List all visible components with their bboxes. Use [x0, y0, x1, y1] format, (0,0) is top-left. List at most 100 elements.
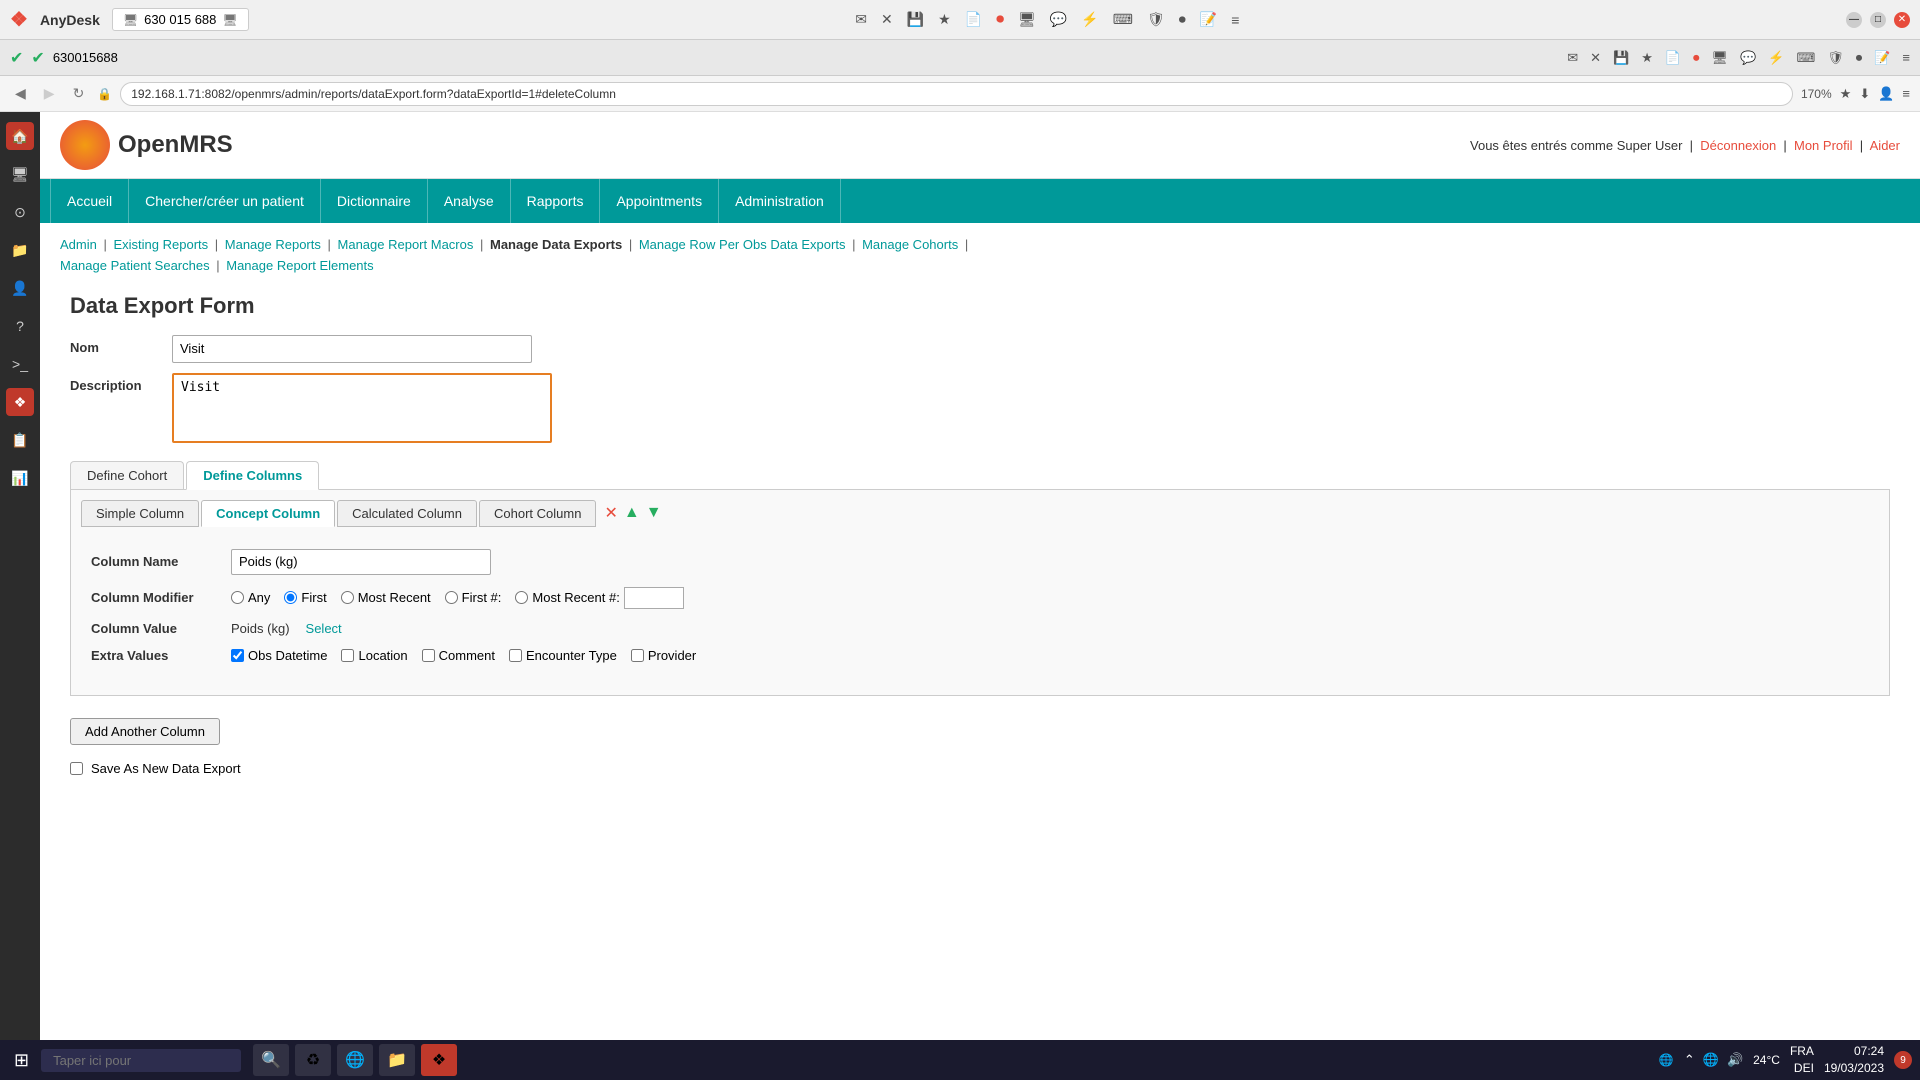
checkbox-comment[interactable]: Comment [422, 648, 495, 663]
nav-patient[interactable]: Chercher/créer un patient [129, 179, 321, 223]
taskbar-app-globe[interactable]: 🌐 [337, 1044, 373, 1076]
logged-in-text: Vous êtes entrés comme Super User [1470, 138, 1682, 153]
url-bar[interactable] [120, 82, 1793, 106]
checkbox-provider[interactable]: Provider [631, 648, 696, 663]
checkbox-comment-input[interactable] [422, 649, 435, 662]
tab-list: Define Cohort Define Columns [70, 461, 1890, 490]
nom-row: Nom [70, 335, 1890, 363]
sidebar-icon-circle[interactable]: ⊙ [6, 198, 34, 226]
win-search-input[interactable] [41, 1049, 241, 1072]
most-recent-num-input[interactable] [624, 587, 684, 609]
save-row: Save As New Data Export [70, 761, 1890, 776]
nav-rapports[interactable]: Rapports [511, 179, 601, 223]
nav-analyse[interactable]: Analyse [428, 179, 511, 223]
notification-badge[interactable]: 9 [1894, 1051, 1912, 1069]
checkbox-location-input[interactable] [341, 649, 354, 662]
sidebar-icon-home[interactable]: 🏠 [6, 122, 34, 150]
breadcrumb-area: Admin | Existing Reports | Manage Report… [40, 223, 1920, 283]
mon-profil-link[interactable]: Mon Profil [1794, 138, 1853, 153]
windows-taskbar: ⊞ 🔍 ♻ 🌐 📁 ❖ 🌐 ⌃ 🌐 🔊 24°C FRA DEI 07:24 1… [0, 1040, 1920, 1080]
move-down-icon[interactable]: ▼ [646, 504, 662, 522]
sidebar-icon-red[interactable]: ❖ [6, 388, 34, 416]
taskbar-app-folder[interactable]: 📁 [379, 1044, 415, 1076]
checkbox-location[interactable]: Location [341, 648, 407, 663]
description-textarea[interactable]: Visit [172, 373, 552, 443]
breadcrumb-sep8: | [216, 258, 223, 273]
sidebar-icon-question[interactable]: ? [6, 312, 34, 340]
aider-link[interactable]: Aider [1870, 138, 1900, 153]
taskbar-apps: 🔍 ♻ 🌐 📁 ❖ [253, 1044, 457, 1076]
breadcrumb-sep2: | [215, 237, 222, 252]
delete-column-icon[interactable]: ✕ [604, 503, 617, 523]
taskbar-app-anydesk[interactable]: ❖ [421, 1044, 457, 1076]
save-as-new-checkbox[interactable] [70, 762, 83, 775]
main-wrapper: OpenMRS Vous êtes entrés comme Super Use… [40, 112, 1920, 796]
reload-button[interactable]: ↻ [68, 83, 90, 104]
radio-first[interactable]: First [284, 590, 326, 605]
breadcrumb-patient-searches[interactable]: Manage Patient Searches [60, 258, 210, 273]
inner-tab-calculated[interactable]: Calculated Column [337, 500, 477, 527]
close-button[interactable]: ✕ [1894, 12, 1910, 28]
deconnexion-link[interactable]: Déconnexion [1700, 138, 1776, 153]
inner-tab-concept[interactable]: Concept Column [201, 500, 335, 527]
add-column-area: Add Another Column [70, 696, 1890, 745]
breadcrumb-admin[interactable]: Admin [60, 237, 97, 252]
left-sidebar: 🏠 🖥 ⊙ 📁 👤 ? >_ ❖ 📋 📊 [0, 112, 40, 1080]
minimize-button[interactable]: — [1846, 12, 1862, 28]
radio-most-recent[interactable]: Most Recent [341, 590, 431, 605]
inner-tab-simple[interactable]: Simple Column [81, 500, 199, 527]
taskbar-app-recycle[interactable]: ♻ [295, 1044, 331, 1076]
taskbar2-icons: ✉✕💾★📄 ⏺ 🖥💬⚡⌨🛡⏺📝≡ [1567, 50, 1910, 66]
radio-most-recent-input[interactable] [341, 591, 354, 604]
radio-first-input[interactable] [284, 591, 297, 604]
taskbar-app-search[interactable]: 🔍 [253, 1044, 289, 1076]
checkbox-provider-input[interactable] [631, 649, 644, 662]
column-name-input[interactable] [231, 549, 491, 575]
start-button[interactable]: ⊞ [8, 1048, 35, 1073]
checkbox-obs-datetime[interactable]: Obs Datetime [231, 648, 327, 663]
sidebar-icon-monitor[interactable]: 🖥 [6, 160, 34, 188]
sidebar-icon-terminal[interactable]: >_ [6, 350, 34, 378]
maximize-button[interactable]: □ [1870, 12, 1886, 28]
inner-tab-list: Simple Column Concept Column Calculated … [70, 490, 1890, 533]
breadcrumb-cohorts[interactable]: Manage Cohorts [862, 237, 958, 252]
breadcrumb-manage-macros[interactable]: Manage Report Macros [338, 237, 474, 252]
nav-appointments[interactable]: Appointments [600, 179, 719, 223]
add-another-column-button[interactable]: Add Another Column [70, 718, 220, 745]
breadcrumb-sep5: | [629, 237, 636, 252]
inner-tab-icons: ✕ ▲ ▼ [604, 503, 661, 523]
status-icon2: ✔ [31, 48, 44, 68]
sidebar-icon-folder[interactable]: 📁 [6, 236, 34, 264]
radio-any[interactable]: Any [231, 590, 270, 605]
back-button[interactable]: ◀ [10, 83, 31, 104]
radio-most-recent-num-input[interactable] [515, 591, 528, 604]
tab-define-columns[interactable]: Define Columns [186, 461, 319, 490]
checkbox-encounter-type[interactable]: Encounter Type [509, 648, 617, 663]
nom-input[interactable] [172, 335, 532, 363]
checkbox-obs-datetime-input[interactable] [231, 649, 244, 662]
breadcrumb-manage-reports[interactable]: Manage Reports [225, 237, 321, 252]
select-link[interactable]: Select [306, 621, 342, 636]
openmrs-logo-text: OpenMRS [118, 131, 233, 159]
radio-most-recent-num[interactable]: Most Recent #: [515, 587, 683, 609]
sidebar-icon-green[interactable]: 📋 [6, 426, 34, 454]
column-form: Column Name Column Modifier Any First [70, 533, 1890, 696]
titlebar-controls[interactable]: — □ ✕ [1846, 12, 1910, 28]
breadcrumb-row-per-obs[interactable]: Manage Row Per Obs Data Exports [639, 237, 846, 252]
breadcrumb-report-elements[interactable]: Manage Report Elements [226, 258, 373, 273]
nav-dictionnaire[interactable]: Dictionnaire [321, 179, 428, 223]
radio-first-num-input[interactable] [445, 591, 458, 604]
radio-first-num[interactable]: First #: [445, 590, 502, 605]
breadcrumb-existing-reports[interactable]: Existing Reports [113, 237, 208, 252]
forward-button[interactable]: ▶ [39, 83, 60, 104]
nav-accueil[interactable]: Accueil [50, 179, 129, 223]
radio-any-input[interactable] [231, 591, 244, 604]
checkbox-encounter-type-input[interactable] [509, 649, 522, 662]
tab-define-cohort[interactable]: Define Cohort [70, 461, 184, 489]
sidebar-icon-person[interactable]: 👤 [6, 274, 34, 302]
inner-tab-cohort[interactable]: Cohort Column [479, 500, 596, 527]
sidebar-icon-table[interactable]: 📊 [6, 464, 34, 492]
nav-administration[interactable]: Administration [719, 179, 841, 223]
move-up-icon[interactable]: ▲ [624, 504, 640, 522]
column-value-text: Poids (kg) [231, 621, 290, 636]
